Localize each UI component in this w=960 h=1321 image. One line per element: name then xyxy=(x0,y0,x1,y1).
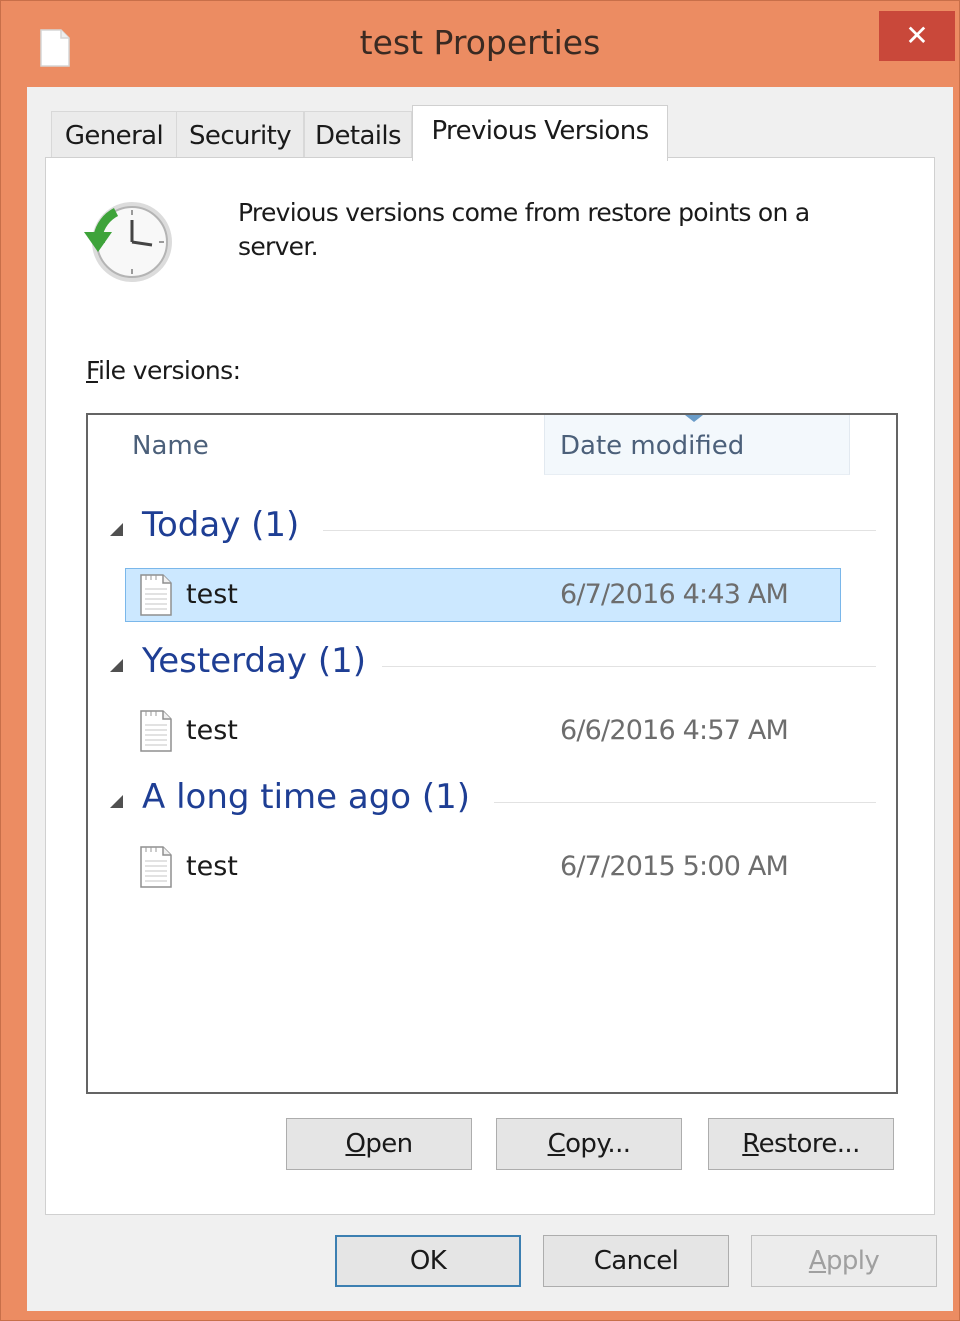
group-divider xyxy=(382,666,876,667)
close-button[interactable]: ✕ xyxy=(879,11,955,61)
group-header-long-time-ago[interactable]: A long time ago (1) xyxy=(88,773,896,829)
file-versions-list[interactable]: Name Date modified Today (1) test 6/7/20… xyxy=(86,413,898,1094)
apply-button[interactable]: Apply xyxy=(751,1235,937,1287)
list-item-version[interactable]: test 6/7/2015 5:00 AM xyxy=(125,840,841,894)
list-item-version[interactable]: test 6/7/2016 4:43 AM xyxy=(125,568,841,622)
version-date: 6/7/2016 4:43 AM xyxy=(560,579,789,610)
restore-clock-icon xyxy=(84,202,172,282)
collapse-arrow-icon[interactable] xyxy=(110,659,123,672)
version-date: 6/7/2015 5:00 AM xyxy=(560,851,789,882)
collapse-arrow-icon[interactable] xyxy=(110,523,123,536)
tab-security[interactable]: Security xyxy=(176,111,304,159)
sort-descending-icon xyxy=(685,415,703,422)
text-file-icon xyxy=(140,846,172,888)
properties-window: test Properties ✕ General Security Detai… xyxy=(0,0,960,1321)
ok-button[interactable]: OK xyxy=(335,1235,521,1287)
list-item-version[interactable]: test 6/6/2016 4:57 AM xyxy=(125,704,841,758)
copy-button[interactable]: Copy... xyxy=(496,1118,682,1170)
window-title: test Properties xyxy=(359,23,601,62)
group-divider xyxy=(494,802,876,803)
group-header-yesterday[interactable]: Yesterday (1) xyxy=(88,637,896,693)
column-header-date-modified[interactable]: Date modified xyxy=(544,415,850,475)
version-name: test xyxy=(186,851,238,882)
version-name: test xyxy=(186,715,238,746)
text-file-icon xyxy=(140,574,172,616)
group-title: Yesterday (1) xyxy=(142,641,367,681)
cancel-button[interactable]: Cancel xyxy=(543,1235,729,1287)
copy-button-label: Copy... xyxy=(547,1129,631,1159)
restore-button[interactable]: Restore... xyxy=(708,1118,894,1170)
group-title: Today (1) xyxy=(142,505,300,545)
collapse-arrow-icon[interactable] xyxy=(110,795,123,808)
file-versions-accelerator: F xyxy=(86,356,99,385)
previous-versions-panel: Previous versions come from restore poin… xyxy=(45,157,935,1215)
version-date: 6/6/2016 4:57 AM xyxy=(560,715,789,746)
apply-button-label: Apply xyxy=(808,1246,880,1276)
text-file-icon xyxy=(140,710,172,752)
group-title: A long time ago (1) xyxy=(142,777,471,817)
group-divider xyxy=(323,530,876,531)
column-header-date-label: Date modified xyxy=(560,431,745,461)
tab-general[interactable]: General xyxy=(51,111,177,159)
open-button-label: Open xyxy=(345,1129,413,1159)
tab-previous-versions[interactable]: Previous Versions xyxy=(412,105,668,161)
info-text: Previous versions come from restore poin… xyxy=(238,198,810,261)
title-bar[interactable]: test Properties ✕ xyxy=(1,1,959,87)
open-button[interactable]: Open xyxy=(286,1118,472,1170)
restore-button-label: Restore... xyxy=(742,1129,860,1159)
close-icon: ✕ xyxy=(905,19,929,52)
file-versions-label-text: ile versions: xyxy=(97,356,241,385)
file-versions-label: File versions: xyxy=(86,356,241,385)
tab-details[interactable]: Details xyxy=(304,111,412,159)
group-header-today[interactable]: Today (1) xyxy=(88,501,896,557)
dialog-client-area: General Security Details Previous Versio… xyxy=(27,87,953,1311)
column-header-name[interactable]: Name xyxy=(132,431,209,461)
version-name: test xyxy=(186,579,238,610)
